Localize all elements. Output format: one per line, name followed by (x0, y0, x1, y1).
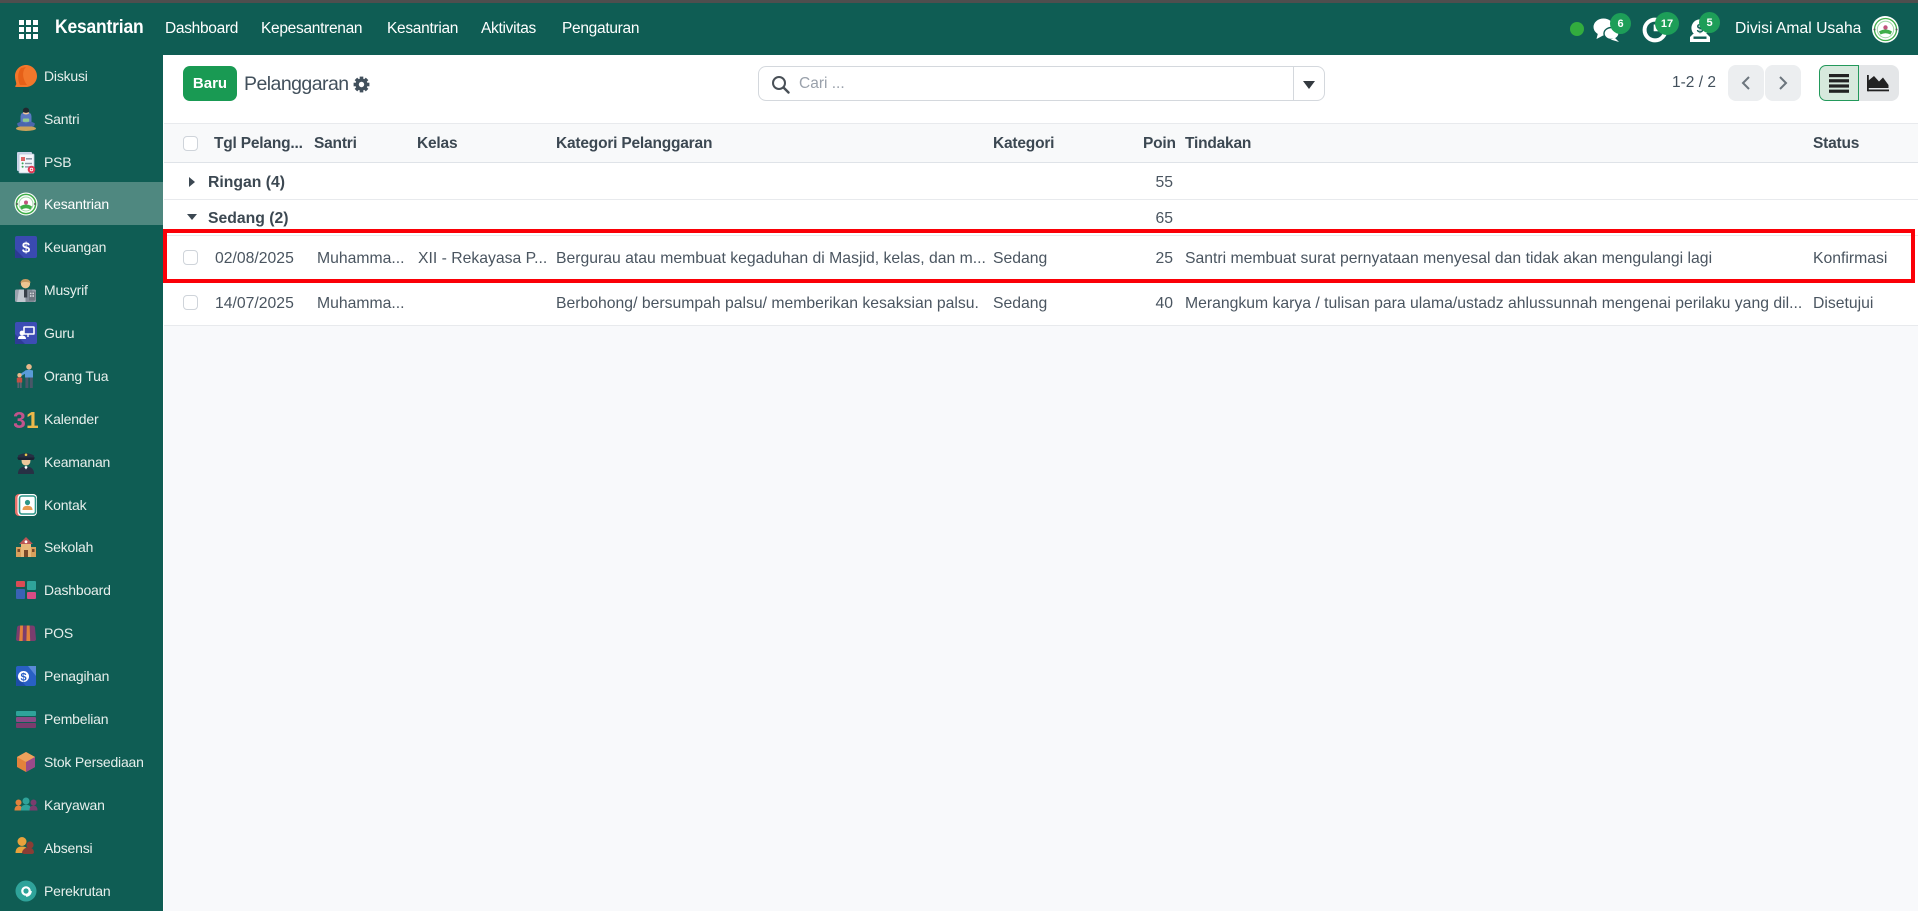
svg-text:$: $ (20, 671, 26, 683)
svg-text:3: 3 (14, 407, 26, 431)
svg-text:$: $ (22, 239, 31, 256)
svg-text:1: 1 (26, 407, 38, 431)
